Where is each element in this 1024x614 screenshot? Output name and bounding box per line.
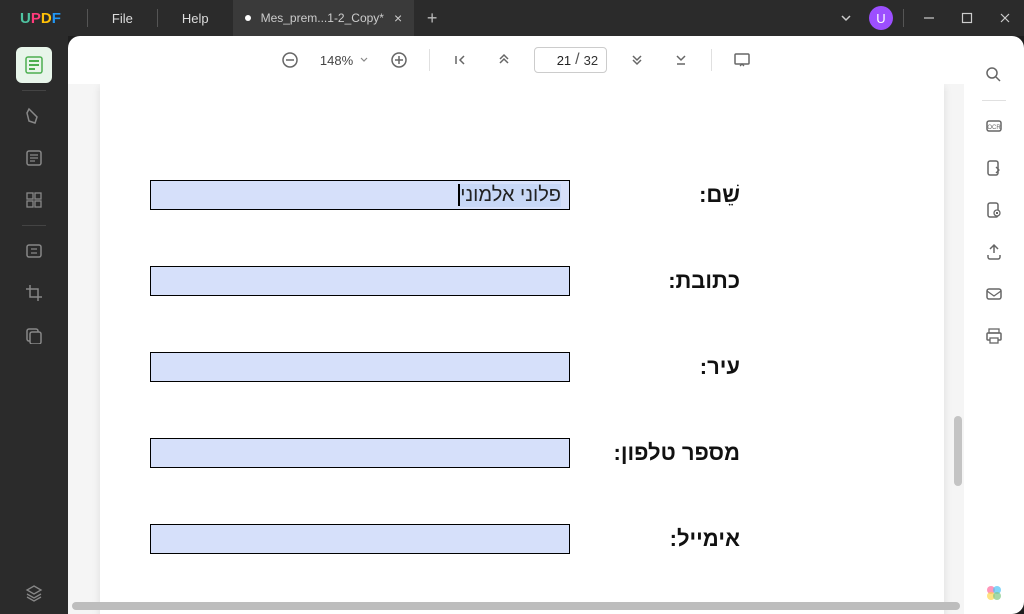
close-tab-icon[interactable]: × bbox=[394, 10, 402, 26]
vertical-scrollbar[interactable] bbox=[954, 416, 962, 486]
separator bbox=[982, 100, 1006, 101]
prev-page-button[interactable] bbox=[490, 46, 518, 74]
add-tab-button[interactable]: + bbox=[414, 0, 450, 36]
pdf-page: שֵׁם: פלוני אלמוני כתובת: עיר: מספר טלפו… bbox=[100, 84, 944, 614]
address-label: כתובת: bbox=[610, 268, 740, 294]
app-logo: UPDF bbox=[0, 10, 81, 27]
print-button[interactable] bbox=[976, 318, 1012, 354]
comment-tool-button[interactable] bbox=[16, 98, 52, 134]
zoom-out-button[interactable] bbox=[276, 46, 304, 74]
next-page-button[interactable] bbox=[623, 46, 651, 74]
separator bbox=[157, 9, 158, 27]
zoom-level-dropdown[interactable]: 148% bbox=[320, 53, 369, 68]
convert-button[interactable] bbox=[976, 150, 1012, 186]
separator bbox=[711, 49, 712, 71]
horizontal-scrollbar[interactable] bbox=[72, 602, 960, 610]
zoom-in-button[interactable] bbox=[385, 46, 413, 74]
svg-text:OCR: OCR bbox=[987, 125, 1001, 131]
separator bbox=[429, 49, 430, 71]
separator bbox=[22, 90, 46, 91]
first-page-button[interactable] bbox=[446, 46, 474, 74]
menu-help[interactable]: Help bbox=[164, 11, 227, 26]
email-label: אימייל: bbox=[610, 526, 740, 552]
flower-icon[interactable] bbox=[976, 575, 1012, 611]
page-separator: / bbox=[575, 51, 579, 69]
name-label: שֵׁם: bbox=[610, 182, 740, 208]
separator bbox=[903, 9, 904, 27]
page-total: 32 bbox=[584, 53, 598, 68]
chevron-down-icon[interactable] bbox=[827, 0, 865, 36]
email-button[interactable] bbox=[976, 276, 1012, 312]
presentation-button[interactable] bbox=[728, 46, 756, 74]
crop-tool-button[interactable] bbox=[16, 275, 52, 311]
redact-tool-button[interactable] bbox=[16, 317, 52, 353]
phone-label: מספר טלפון: bbox=[610, 440, 740, 466]
edit-tool-button[interactable] bbox=[16, 140, 52, 176]
minimize-button[interactable] bbox=[910, 0, 948, 36]
page-number-box: / 32 bbox=[534, 47, 607, 73]
tab-title: Mes_prem...1-2_Copy* bbox=[261, 11, 384, 25]
city-field[interactable] bbox=[150, 352, 570, 382]
share-button[interactable] bbox=[976, 234, 1012, 270]
address-field[interactable] bbox=[150, 266, 570, 296]
email-field[interactable] bbox=[150, 524, 570, 554]
layers-button[interactable] bbox=[16, 575, 52, 611]
thumbnail-panel-button[interactable] bbox=[16, 47, 52, 83]
page-tool-button[interactable] bbox=[16, 182, 52, 218]
name-field[interactable]: פלוני אלמוני bbox=[150, 180, 570, 210]
phone-field[interactable] bbox=[150, 438, 570, 468]
maximize-button[interactable] bbox=[948, 0, 986, 36]
chevron-down-icon bbox=[359, 55, 369, 65]
protect-button[interactable] bbox=[976, 192, 1012, 228]
last-page-button[interactable] bbox=[667, 46, 695, 74]
ocr-button[interactable]: OCR bbox=[976, 108, 1012, 144]
search-button[interactable] bbox=[976, 57, 1012, 93]
city-label: עיר: bbox=[610, 354, 740, 380]
modified-indicator-icon bbox=[245, 15, 251, 21]
separator bbox=[87, 9, 88, 27]
form-tool-button[interactable] bbox=[16, 233, 52, 269]
page-input[interactable] bbox=[543, 53, 571, 68]
separator bbox=[22, 225, 46, 226]
document-tab[interactable]: Mes_prem...1-2_Copy* × bbox=[233, 0, 415, 36]
close-button[interactable] bbox=[986, 0, 1024, 36]
user-avatar[interactable]: U bbox=[869, 6, 893, 30]
menu-file[interactable]: File bbox=[94, 11, 151, 26]
